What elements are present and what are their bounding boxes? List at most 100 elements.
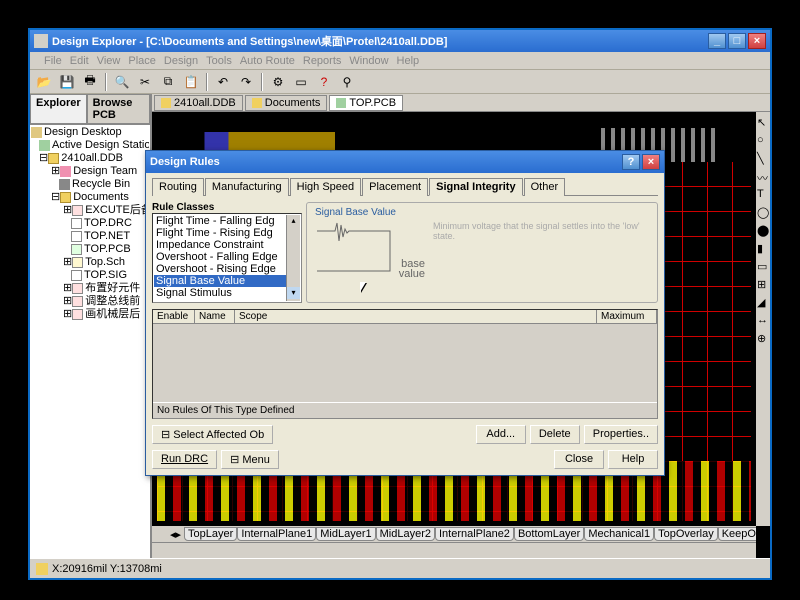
layer-tab[interactable]: TopLayer xyxy=(184,527,237,541)
tool-undo-icon[interactable]: ↶ xyxy=(213,72,233,92)
layer-tab[interactable]: MidLayer1 xyxy=(316,527,375,541)
rule-class-item[interactable]: Flight Time - Falling Edg xyxy=(154,215,286,227)
menu-file[interactable]: File xyxy=(44,55,62,67)
rule-class-item[interactable]: Impedance Constraint xyxy=(154,239,286,251)
rule-class-item-selected[interactable]: Signal Base Value xyxy=(154,275,286,287)
run-drc-button[interactable]: Run DRC xyxy=(152,450,217,469)
rtool-rect-icon[interactable]: ▭ xyxy=(757,260,769,272)
close-button[interactable]: Close xyxy=(554,450,604,469)
rtool-pad-icon[interactable]: ◯ xyxy=(757,206,769,218)
doc-tab-ddb[interactable]: 2410all.DDB xyxy=(154,95,243,111)
layer-tab[interactable]: Mechanical1 xyxy=(584,527,654,541)
properties-button[interactable]: Properties.. xyxy=(584,425,658,444)
preview-title: Signal Base Value xyxy=(315,207,649,218)
close-button[interactable]: × xyxy=(748,33,766,49)
menu-button[interactable]: ⊟ Menu xyxy=(221,450,279,469)
col-name[interactable]: Name xyxy=(195,310,235,323)
tab-routing[interactable]: Routing xyxy=(152,178,204,196)
rule-class-item[interactable]: Signal Stimulus xyxy=(154,287,286,299)
tab-placement[interactable]: Placement xyxy=(362,178,428,196)
dialog-close-icon[interactable]: × xyxy=(642,154,660,170)
layer-tab[interactable]: BottomLayer xyxy=(514,527,584,541)
menu-design[interactable]: Design xyxy=(164,55,198,67)
tab-explorer[interactable]: Explorer xyxy=(30,94,87,124)
tool-redo-icon[interactable]: ↷ xyxy=(236,72,256,92)
menu-edit[interactable]: Edit xyxy=(70,55,89,67)
tree-item: ⊞调整总线前 xyxy=(31,295,149,308)
tool-open-icon[interactable]: 📂 xyxy=(34,72,54,92)
rtool-poly-icon[interactable]: ◢ xyxy=(757,296,769,308)
design-rules-dialog: Design Rules ? × Routing Manufacturing H… xyxy=(145,150,665,476)
tool-settings-icon[interactable]: ⚙ xyxy=(268,72,288,92)
toolbar: 📂 💾 🖶 🔍 ✂ ⧉ 📋 ↶ ↷ ⚙ ▭ ? ⚲ xyxy=(30,70,770,94)
list-scrollbar[interactable] xyxy=(286,215,300,301)
tool-paste-icon[interactable]: 📋 xyxy=(181,72,201,92)
tab-manufacturing[interactable]: Manufacturing xyxy=(205,178,289,196)
status-icon xyxy=(36,563,48,575)
tool-copy-icon[interactable]: ⧉ xyxy=(158,72,178,92)
rtool-dim-icon[interactable]: ↔ xyxy=(757,314,769,326)
tab-signal-integrity[interactable]: Signal Integrity xyxy=(429,178,522,196)
tree-item: TOP.PCB xyxy=(31,243,149,256)
dialog-help-icon[interactable]: ? xyxy=(622,154,640,170)
tool-zoom-icon[interactable]: 🔍 xyxy=(112,72,132,92)
tool-search-icon[interactable]: ⚲ xyxy=(337,72,357,92)
rtool-arrow-icon[interactable]: ↖ xyxy=(757,116,769,128)
add-button[interactable]: Add... xyxy=(476,425,526,444)
doc-tab-toppcb[interactable]: TOP.PCB xyxy=(329,95,403,111)
tree-ddb: ⊟2410all.DDB xyxy=(31,152,149,165)
tab-browse-pcb[interactable]: Browse PCB xyxy=(87,94,150,124)
tool-help-icon[interactable]: ? xyxy=(314,72,334,92)
layer-tab[interactable]: MidLayer2 xyxy=(376,527,435,541)
rtool-comp-icon[interactable]: ⊞ xyxy=(757,278,769,290)
rule-classes-list[interactable]: Flight Time - Falling Edg Flight Time - … xyxy=(152,213,302,303)
col-enable[interactable]: Enable xyxy=(153,310,195,323)
tree-item: ⊞Top.Sch xyxy=(31,256,149,269)
menu-place[interactable]: Place xyxy=(128,55,156,67)
minimize-button[interactable]: _ xyxy=(708,33,726,49)
tab-high-speed[interactable]: High Speed xyxy=(290,178,362,196)
tool-save-icon[interactable]: 💾 xyxy=(57,72,77,92)
tab-other[interactable]: Other xyxy=(524,178,566,196)
menu-autoroute[interactable]: Auto Route xyxy=(240,55,295,67)
menu-tools[interactable]: Tools xyxy=(206,55,232,67)
rtool-text-icon[interactable]: T xyxy=(757,188,769,200)
layer-tabs: ◂▸ TopLayer InternalPlane1 MidLayer1 Mid… xyxy=(152,526,756,542)
rtool-circle-icon[interactable]: ○ xyxy=(757,134,769,146)
menu-window[interactable]: Window xyxy=(349,55,388,67)
menu-help[interactable]: Help xyxy=(397,55,420,67)
tree-item: ⊞EXCUTE后备 xyxy=(31,204,149,217)
menu-reports[interactable]: Reports xyxy=(303,55,342,67)
rtool-via-icon[interactable]: ⬤ xyxy=(757,224,769,236)
horizontal-scrollbar[interactable] xyxy=(152,542,756,558)
col-maximum[interactable]: Maximum xyxy=(597,310,657,323)
col-scope[interactable]: Scope xyxy=(235,310,597,323)
layer-tab[interactable]: InternalPlane1 xyxy=(237,527,316,541)
tree-item: TOP.SIG xyxy=(31,269,149,282)
preview-axis-labels: base value xyxy=(395,259,425,281)
rtool-line-icon[interactable]: ╲ xyxy=(757,152,769,164)
rule-class-item[interactable]: Overshoot - Rising Edge xyxy=(154,263,286,275)
rule-class-item[interactable]: Overshoot - Falling Edge xyxy=(154,251,286,263)
rtool-origin-icon[interactable]: ⊕ xyxy=(757,332,769,344)
delete-button[interactable]: Delete xyxy=(530,425,580,444)
rtool-curve-icon[interactable]: 〰 xyxy=(757,170,769,182)
layer-tab[interactable]: InternalPlane2 xyxy=(435,527,514,541)
select-affected-button[interactable]: ⊟ Select Affected Ob xyxy=(152,425,273,444)
right-toolbar: ↖ ○ ╲ 〰 T ◯ ⬤ ▮ ▭ ⊞ ◢ ↔ ⊕ xyxy=(756,112,770,526)
explorer-tree[interactable]: Design Desktop Active Design Station ⊟24… xyxy=(30,125,150,558)
rule-preview-box: Signal Base Value base value xyxy=(306,202,658,303)
layer-tab[interactable]: TopOverlay xyxy=(654,527,718,541)
tool-browse-icon[interactable]: ▭ xyxy=(291,72,311,92)
maximize-button[interactable]: □ xyxy=(728,33,746,49)
layer-tab[interactable]: KeepOutLayer xyxy=(718,527,756,541)
dialog-title-bar[interactable]: Design Rules ? × xyxy=(146,151,664,173)
rtool-fill-icon[interactable]: ▮ xyxy=(757,242,769,254)
rules-table-body[interactable] xyxy=(153,324,657,402)
menu-view[interactable]: View xyxy=(97,55,121,67)
tool-cut-icon[interactable]: ✂ xyxy=(135,72,155,92)
tool-print-icon[interactable]: 🖶 xyxy=(80,72,100,92)
rule-class-item[interactable]: Flight Time - Rising Edg xyxy=(154,227,286,239)
help-button[interactable]: Help xyxy=(608,450,658,469)
doc-tab-documents[interactable]: Documents xyxy=(245,95,328,111)
